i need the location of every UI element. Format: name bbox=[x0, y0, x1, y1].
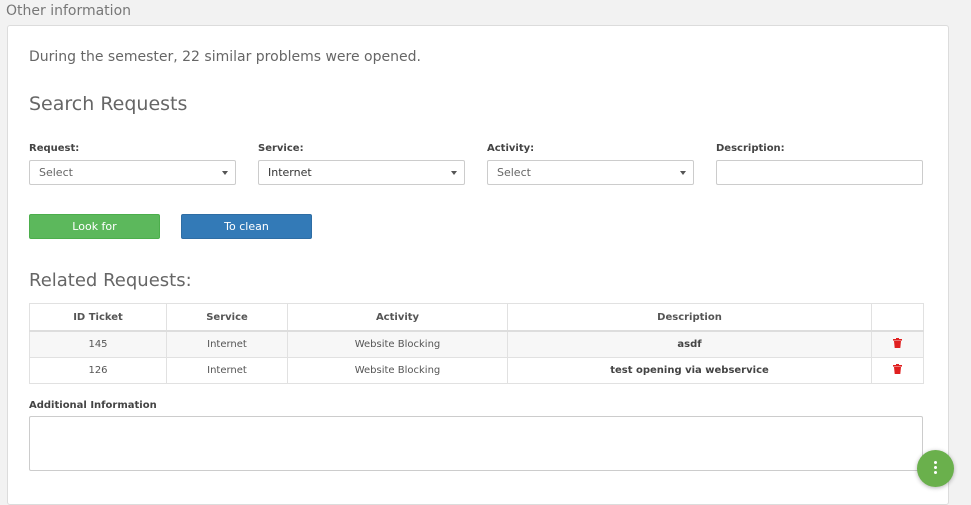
request-select-value: Select bbox=[39, 166, 73, 179]
section-title: Other information bbox=[6, 3, 132, 19]
chevron-down-icon bbox=[222, 171, 228, 175]
cell-service: Internet bbox=[166, 330, 288, 358]
service-label: Service: bbox=[258, 143, 304, 154]
request-select[interactable]: Select bbox=[29, 160, 236, 185]
table-row[interactable]: 126 Internet Website Blocking test openi… bbox=[29, 357, 924, 384]
activity-select[interactable]: Select bbox=[487, 160, 694, 185]
cell-description: asdf bbox=[507, 330, 872, 358]
service-select[interactable]: Internet bbox=[258, 160, 465, 185]
column-header-service[interactable]: Service bbox=[166, 303, 288, 332]
cell-activity: Website Blocking bbox=[287, 357, 508, 384]
column-header-description[interactable]: Description bbox=[507, 303, 872, 332]
additional-info-label: Additional Information bbox=[29, 400, 157, 411]
column-header-activity[interactable]: Activity bbox=[287, 303, 508, 332]
cell-actions bbox=[871, 357, 924, 384]
related-heading: Related Requests: bbox=[29, 270, 192, 291]
cell-description: test opening via webservice bbox=[507, 357, 872, 384]
additional-info-textarea[interactable] bbox=[29, 416, 923, 471]
look-for-button[interactable]: Look for bbox=[29, 214, 160, 239]
activity-select-value: Select bbox=[497, 166, 531, 179]
cell-id: 126 bbox=[29, 357, 167, 384]
trash-icon[interactable] bbox=[893, 338, 902, 351]
chevron-down-icon bbox=[451, 171, 457, 175]
cell-id: 145 bbox=[29, 330, 167, 358]
trash-icon[interactable] bbox=[893, 364, 902, 377]
intro-text: During the semester, 22 similar problems… bbox=[29, 49, 421, 65]
description-label: Description: bbox=[716, 143, 785, 154]
cell-service: Internet bbox=[166, 357, 288, 384]
chevron-down-icon bbox=[680, 171, 686, 175]
table-row[interactable]: 145 Internet Website Blocking asdf bbox=[29, 330, 924, 358]
activity-label: Activity: bbox=[487, 143, 535, 154]
more-actions-button[interactable] bbox=[917, 450, 954, 487]
search-heading: Search Requests bbox=[29, 93, 188, 115]
description-input[interactable] bbox=[716, 160, 923, 185]
service-select-value: Internet bbox=[268, 166, 312, 179]
cell-activity: Website Blocking bbox=[287, 330, 508, 358]
more-vertical-icon bbox=[934, 461, 937, 476]
related-requests-table: ID Ticket Service Activity Description 1… bbox=[29, 303, 924, 384]
table-header-row: ID Ticket Service Activity Description bbox=[29, 303, 924, 332]
clean-button[interactable]: To clean bbox=[181, 214, 312, 239]
cell-actions bbox=[871, 330, 924, 358]
request-label: Request: bbox=[29, 143, 80, 154]
column-header-actions bbox=[871, 303, 924, 332]
column-header-id[interactable]: ID Ticket bbox=[29, 303, 167, 332]
